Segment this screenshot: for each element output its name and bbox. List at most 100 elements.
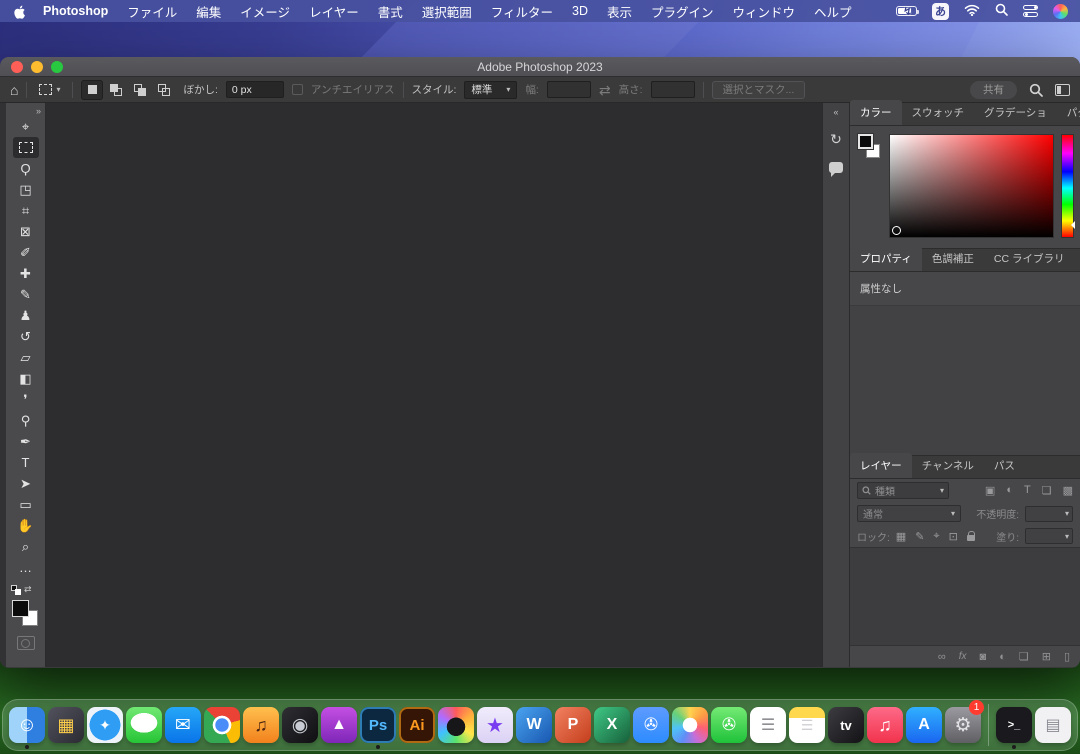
filter-smart-objects-icon[interactable]: ▩ (1063, 484, 1073, 497)
pen-tool[interactable]: ✒ (13, 431, 39, 452)
frame-tool[interactable]: ⊠ (13, 221, 39, 242)
add-layer-mask-icon[interactable]: ◙ (980, 651, 987, 663)
menu-layer[interactable]: レイヤー (309, 2, 359, 21)
dock-system-settings[interactable]: ⚙1 (945, 703, 981, 747)
menu-type[interactable]: 書式 (378, 2, 403, 21)
filter-shape-layers-icon[interactable]: ❏ (1042, 484, 1052, 497)
feather-input[interactable] (226, 81, 284, 98)
swap-colors-icon[interactable]: ⇄ (24, 584, 32, 595)
new-adjustment-layer-icon[interactable]: ◐ (999, 651, 1006, 663)
tab-properties[interactable]: プロパティ (850, 246, 922, 271)
home-icon[interactable]: ⌂ (10, 83, 18, 97)
dock-imovie[interactable]: ★ (477, 703, 513, 747)
apple-menu-icon[interactable] (14, 5, 27, 18)
menu-3d[interactable]: 3D (572, 4, 588, 18)
tool-preset-picker[interactable]: ▾ (35, 82, 64, 97)
menu-file[interactable]: ファイル (127, 2, 177, 21)
new-group-icon[interactable]: ❏ (1019, 650, 1029, 663)
style-select[interactable]: 標準 ▾ (464, 81, 517, 99)
opacity-field[interactable]: ▾ (1025, 506, 1073, 522)
swap-dimensions-icon[interactable]: ⇄ (599, 83, 611, 97)
crop-tool[interactable]: ⌗ (13, 200, 39, 221)
wifi-icon[interactable] (964, 4, 980, 19)
antialias-checkbox[interactable] (292, 84, 303, 95)
canvas-area[interactable] (46, 103, 822, 667)
dock-photos[interactable] (672, 703, 708, 747)
dock-dj-disc-app[interactable]: ◉ (282, 703, 318, 747)
layers-list[interactable] (850, 547, 1080, 645)
dock-music[interactable]: ♫ (867, 703, 903, 747)
tab-channels[interactable]: チャンネル (912, 453, 984, 478)
toolbar-expand-icon[interactable]: » (36, 106, 41, 116)
dock-photoshop[interactable]: Ps (360, 703, 396, 747)
lock-transparency-icon[interactable]: ▦ (896, 530, 906, 543)
menu-help[interactable]: ヘルプ (814, 2, 852, 21)
zoom-tool[interactable]: ⌕ (13, 536, 39, 557)
dock-notes[interactable]: ☰ (789, 703, 825, 747)
filter-adjustment-layers-icon[interactable]: ◐ (1006, 484, 1013, 497)
menu-filter[interactable]: フィルター (491, 2, 553, 21)
lock-position-icon[interactable]: ⌖ (933, 530, 939, 543)
height-input[interactable] (651, 81, 695, 98)
link-layers-icon[interactable]: ∞ (938, 651, 946, 663)
filter-type-layers-icon[interactable]: T (1024, 484, 1031, 497)
dock-launchpad[interactable]: ▦ (48, 703, 84, 747)
filter-pixel-layers-icon[interactable]: ▣ (985, 484, 995, 497)
spotlight-search-icon[interactable] (995, 3, 1008, 19)
fill-field[interactable]: ▾ (1025, 528, 1073, 544)
dock-powerpoint[interactable]: P (555, 703, 591, 747)
select-and-mask-button[interactable]: 選択とマスク... (712, 81, 806, 99)
tab-adjustments[interactable]: 色調補正 (922, 246, 984, 271)
menu-edit[interactable]: 編集 (196, 2, 221, 21)
quick-mask-button[interactable] (17, 636, 35, 650)
hue-slider[interactable] (1061, 134, 1074, 238)
tab-patterns[interactable]: パターン (1057, 100, 1080, 125)
dock-affinity-photo[interactable]: ▲ (321, 703, 357, 747)
dock-apple-tv[interactable]: tv (828, 703, 864, 747)
eyedropper-tool[interactable]: ✐ (13, 242, 39, 263)
rectangular-marquee-tool[interactable] (13, 137, 39, 158)
default-colors-icon[interactable] (11, 585, 21, 595)
subtract-from-selection-button[interactable] (129, 80, 151, 100)
color-cursor[interactable] (892, 226, 901, 235)
healing-brush-tool[interactable]: ✚ (13, 263, 39, 284)
menu-plugins[interactable]: プラグイン (651, 2, 714, 21)
lock-artboard-icon[interactable]: ⊡ (949, 530, 958, 543)
tab-gradients[interactable]: グラデーショ (974, 100, 1057, 125)
comments-panel-icon[interactable] (829, 162, 843, 173)
dock-mail[interactable]: ✉ (165, 703, 201, 747)
workspace-switcher-icon[interactable] (1055, 84, 1070, 96)
dock-excel[interactable]: X (594, 703, 630, 747)
delete-layer-icon[interactable]: ▯ (1064, 650, 1070, 663)
version-history-panel-icon[interactable]: ↻ (830, 131, 842, 148)
foreground-color-swatch[interactable] (12, 600, 29, 617)
layer-search-select[interactable]: 種類 ▾ (857, 482, 949, 499)
lock-paint-icon[interactable]: ✎ (915, 530, 924, 543)
history-brush-tool[interactable]: ↺ (13, 326, 39, 347)
gradient-tool[interactable]: ◧ (13, 368, 39, 389)
menu-view[interactable]: 表示 (607, 2, 632, 21)
dock-illustrator[interactable]: Ai (399, 703, 435, 747)
battery-icon[interactable]: ↯ (896, 6, 917, 16)
hue-marker[interactable] (1067, 221, 1075, 229)
search-icon[interactable] (1029, 83, 1043, 97)
dock-finder[interactable]: ☺ (9, 703, 45, 747)
dock-chrome[interactable] (204, 703, 240, 747)
siri-icon[interactable] (1053, 4, 1068, 19)
path-selection-tool[interactable]: ➤ (13, 473, 39, 494)
menu-window[interactable]: ウィンドウ (733, 2, 796, 21)
hand-tool[interactable]: ✋ (13, 515, 39, 536)
foreground-color-swatch[interactable] (858, 134, 873, 149)
dodge-tool[interactable]: ⚲ (13, 410, 39, 431)
share-button[interactable]: 共有 (970, 81, 1017, 99)
new-layer-icon[interactable]: ⊞ (1042, 650, 1051, 663)
clone-stamp-tool[interactable]: ♟ (13, 305, 39, 326)
tab-layers[interactable]: レイヤー (850, 453, 912, 478)
type-tool[interactable]: T (13, 452, 39, 473)
tab-cc-libraries[interactable]: CC ライブラリ (984, 246, 1075, 271)
lock-all-icon[interactable] (967, 535, 975, 541)
dock-facetime[interactable]: ✇ (711, 703, 747, 747)
eraser-tool[interactable]: ▱ (13, 347, 39, 368)
tab-swatches[interactable]: スウォッチ (902, 100, 975, 125)
menu-photoshop[interactable]: Photoshop (43, 4, 108, 18)
